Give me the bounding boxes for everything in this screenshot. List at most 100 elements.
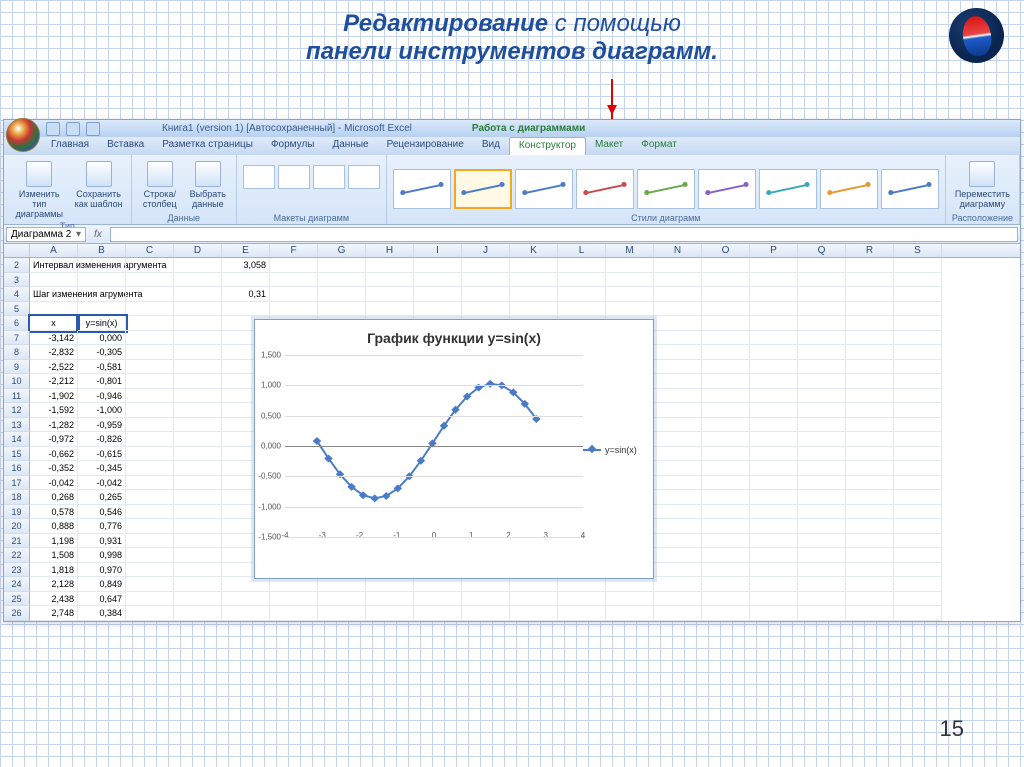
cell[interactable] <box>222 302 270 317</box>
cell[interactable] <box>126 345 174 360</box>
cell[interactable] <box>798 374 846 389</box>
cell[interactable]: 0,546 <box>78 505 126 520</box>
cell[interactable] <box>126 302 174 317</box>
cell[interactable] <box>126 447 174 462</box>
cell[interactable] <box>174 548 222 563</box>
chart-style-thumb[interactable] <box>698 169 756 209</box>
cell[interactable] <box>126 592 174 607</box>
cell[interactable] <box>750 389 798 404</box>
row-header[interactable]: 13 <box>4 418 30 433</box>
cell[interactable]: Интервал изменения аргумента <box>30 258 78 273</box>
cell[interactable] <box>414 302 462 317</box>
fx-icon[interactable]: fx <box>94 229 102 240</box>
cell[interactable] <box>558 592 606 607</box>
cell[interactable] <box>894 331 942 346</box>
cell[interactable] <box>174 273 222 288</box>
cell[interactable]: 0,849 <box>78 577 126 592</box>
undo-icon[interactable] <box>66 122 80 136</box>
cell[interactable] <box>750 534 798 549</box>
cell[interactable]: 0,998 <box>78 548 126 563</box>
cell[interactable] <box>894 490 942 505</box>
row-header[interactable]: 16 <box>4 461 30 476</box>
col-header[interactable]: S <box>894 244 942 257</box>
cell[interactable] <box>894 403 942 418</box>
cell[interactable] <box>270 606 318 621</box>
cell[interactable] <box>798 490 846 505</box>
cell[interactable] <box>894 447 942 462</box>
cell[interactable] <box>366 577 414 592</box>
cell[interactable] <box>174 563 222 578</box>
cell[interactable] <box>702 302 750 317</box>
cell[interactable] <box>894 432 942 447</box>
cell[interactable]: 0,647 <box>78 592 126 607</box>
cell[interactable] <box>894 273 942 288</box>
quick-access-toolbar[interactable] <box>46 120 100 137</box>
cell[interactable] <box>702 374 750 389</box>
cell[interactable] <box>654 273 702 288</box>
cell[interactable] <box>654 302 702 317</box>
cell[interactable] <box>654 418 702 433</box>
cell[interactable] <box>606 258 654 273</box>
cell[interactable]: -0,662 <box>30 447 78 462</box>
cell[interactable] <box>366 273 414 288</box>
cell[interactable] <box>750 519 798 534</box>
cell[interactable] <box>798 389 846 404</box>
cell[interactable] <box>414 287 462 302</box>
cell[interactable] <box>846 519 894 534</box>
cell[interactable] <box>510 287 558 302</box>
cell[interactable]: y=sin(x) <box>78 316 126 331</box>
cell[interactable]: -0,959 <box>78 418 126 433</box>
cell[interactable] <box>126 374 174 389</box>
cell[interactable] <box>702 432 750 447</box>
cell[interactable] <box>126 273 174 288</box>
cell[interactable] <box>606 302 654 317</box>
cell[interactable]: 2,438 <box>30 592 78 607</box>
row-header[interactable]: 25 <box>4 592 30 607</box>
cell[interactable] <box>462 606 510 621</box>
row-header[interactable]: 6 <box>4 316 30 331</box>
cell[interactable] <box>174 606 222 621</box>
cell[interactable]: -0,972 <box>30 432 78 447</box>
cell[interactable] <box>750 592 798 607</box>
cell[interactable] <box>894 345 942 360</box>
cell[interactable] <box>558 577 606 592</box>
cell[interactable] <box>510 606 558 621</box>
cell[interactable] <box>126 490 174 505</box>
cell[interactable] <box>462 258 510 273</box>
cell[interactable] <box>654 548 702 563</box>
cell[interactable] <box>654 490 702 505</box>
col-header[interactable]: C <box>126 244 174 257</box>
cell[interactable] <box>894 563 942 578</box>
cell[interactable]: 0,578 <box>30 505 78 520</box>
cell[interactable] <box>414 592 462 607</box>
cell[interactable] <box>894 461 942 476</box>
cell[interactable] <box>126 287 174 302</box>
cell[interactable] <box>654 447 702 462</box>
cell[interactable] <box>174 534 222 549</box>
row-header[interactable]: 9 <box>4 360 30 375</box>
chart-style-thumb[interactable] <box>637 169 695 209</box>
row-header[interactable]: 3 <box>4 273 30 288</box>
cell[interactable] <box>174 374 222 389</box>
save-icon[interactable] <box>46 122 60 136</box>
cell[interactable]: x <box>30 316 78 331</box>
switch-row-col-button[interactable]: Строка/столбец <box>138 159 182 211</box>
cell[interactable] <box>750 403 798 418</box>
cell[interactable] <box>846 316 894 331</box>
cell[interactable] <box>174 287 222 302</box>
cell[interactable] <box>558 606 606 621</box>
cell[interactable]: 2,748 <box>30 606 78 621</box>
cell[interactable] <box>750 577 798 592</box>
cell[interactable] <box>174 432 222 447</box>
cell[interactable] <box>366 287 414 302</box>
cell[interactable]: -0,345 <box>78 461 126 476</box>
row-header[interactable]: 23 <box>4 563 30 578</box>
cell[interactable] <box>126 461 174 476</box>
cell[interactable] <box>846 476 894 491</box>
cell[interactable] <box>318 258 366 273</box>
cell[interactable] <box>702 287 750 302</box>
name-box[interactable]: Диаграмма 2 ▾ <box>6 227 86 242</box>
cell[interactable] <box>174 461 222 476</box>
row-header[interactable]: 10 <box>4 374 30 389</box>
cell[interactable] <box>702 331 750 346</box>
